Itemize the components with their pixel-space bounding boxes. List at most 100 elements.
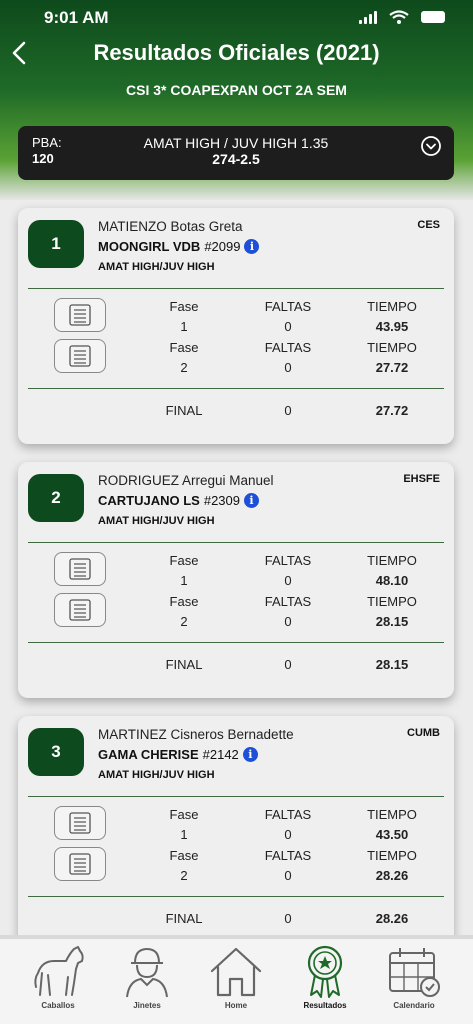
tiempo-value: 28.15 [375, 614, 409, 629]
fase-value: 2 [180, 360, 188, 375]
faltas-label: FALTAS [264, 299, 312, 314]
nav-label: Calendario [393, 1001, 435, 1010]
tiempo-value: 43.50 [375, 827, 409, 842]
team-code: CES [417, 219, 440, 231]
nav-item-caballos[interactable]: Caballos [18, 943, 98, 1010]
category-label: AMAT HIGH/JUV HIGH [98, 515, 215, 527]
status-bar: 9:01 AM [0, 6, 473, 30]
final-tiempo: 27.72 [375, 403, 409, 418]
nav-label: Home [224, 1001, 248, 1010]
scoresheet-icon [69, 812, 91, 834]
scoresheet-icon [69, 345, 91, 367]
faltas-value: 0 [284, 868, 292, 883]
nav-item-home[interactable]: Home [196, 943, 276, 1010]
status-time: 9:01 AM [44, 8, 109, 27]
horse-line: CARTUJANO LS #2309 i [98, 493, 259, 508]
home-icon [210, 947, 262, 997]
tiempo-value: 43.95 [375, 319, 409, 334]
scoresheet-button[interactable] [54, 593, 106, 627]
faltas-label: FALTAS [264, 807, 312, 822]
position-badge: 1 [28, 220, 84, 268]
chevron-down-circle-icon[interactable] [420, 135, 442, 157]
fase-value: 1 [180, 573, 188, 588]
scoresheet-button[interactable] [54, 806, 106, 840]
nav-label: Jinetes [133, 1001, 161, 1010]
horse-name: CARTUJANO LS [98, 493, 200, 508]
divider [28, 896, 444, 897]
info-icon[interactable]: i [244, 493, 259, 508]
final-faltas: 0 [284, 403, 292, 418]
class-selector[interactable]: PBA: 120 AMAT HIGH / JUV HIGH 1.35 274-2… [18, 126, 454, 180]
horse-registration: #2309 [203, 493, 240, 508]
scoresheet-button[interactable] [54, 339, 106, 373]
divider [28, 642, 444, 643]
nav-label: Resultados [303, 1001, 347, 1010]
rider-name: MATIENZO Botas Greta [98, 219, 243, 234]
final-label: FINAL [165, 657, 203, 672]
scoresheet-icon [69, 304, 91, 326]
fase-label: Fase [169, 340, 199, 355]
class-subtitle: 274-2.5 [212, 151, 260, 167]
horse-name: MOONGIRL VDB [98, 239, 201, 254]
divider [28, 388, 444, 389]
category-label: AMAT HIGH/JUV HIGH [98, 769, 215, 781]
scoresheet-button[interactable] [54, 298, 106, 332]
faltas-value: 0 [284, 827, 292, 842]
position-badge: 2 [28, 474, 84, 522]
wifi-icon [389, 10, 409, 24]
final-label: FINAL [165, 403, 203, 418]
signal-icon [359, 10, 377, 24]
divider [28, 542, 444, 543]
ribbon-award-icon [307, 945, 343, 998]
tiempo-value: 27.72 [375, 360, 409, 375]
faltas-label: FALTAS [264, 340, 312, 355]
status-icons [359, 10, 445, 24]
tiempo-label: TIEMPO [367, 299, 417, 314]
horse-registration: #2099 [204, 239, 241, 254]
scoresheet-icon [69, 599, 91, 621]
horse-registration: #2142 [202, 747, 239, 762]
tiempo-label: TIEMPO [367, 594, 417, 609]
tiempo-value: 28.26 [375, 868, 409, 883]
category-label: AMAT HIGH/JUV HIGH [98, 261, 215, 273]
result-card: 2 RODRIGUEZ Arregui Manuel EHSFE CARTUJA… [18, 462, 454, 698]
info-icon[interactable]: i [244, 239, 260, 254]
final-faltas: 0 [284, 657, 292, 672]
tiempo-value: 48.10 [375, 573, 409, 588]
fase-label: Fase [169, 553, 199, 568]
fase-value: 2 [180, 868, 188, 883]
fase-label: Fase [169, 594, 199, 609]
horse-line: MOONGIRL VDB #2099 i [98, 239, 260, 254]
final-faltas: 0 [284, 911, 292, 926]
battery-icon [421, 11, 445, 23]
fase-value: 1 [180, 827, 188, 842]
nav-item-jinetes[interactable]: Jinetes [107, 943, 187, 1010]
nav-item-calendario[interactable]: Calendario [374, 943, 454, 1010]
tiempo-label: TIEMPO [367, 848, 417, 863]
bottom-nav: Caballos Jinetes Home Resultados Calenda… [0, 935, 473, 1024]
final-tiempo: 28.26 [375, 911, 409, 926]
fase-label: Fase [169, 299, 199, 314]
horse-line: GAMA CHERISE #2142 i [98, 747, 258, 762]
faltas-value: 0 [284, 319, 292, 334]
fase-value: 1 [180, 319, 188, 334]
rider-name: RODRIGUEZ Arregui Manuel [98, 473, 274, 488]
result-card: 3 MARTINEZ Cisneros Bernadette CUMB GAMA… [18, 716, 454, 952]
info-icon[interactable]: i [242, 747, 258, 762]
faltas-label: FALTAS [264, 553, 312, 568]
position-badge: 3 [28, 728, 84, 776]
scoresheet-icon [69, 558, 91, 580]
faltas-value: 0 [284, 360, 292, 375]
event-subtitle: CSI 3* COAPEXPAN OCT 2A SEM [126, 82, 347, 98]
scoresheet-icon [69, 853, 91, 875]
scoresheet-button[interactable] [54, 847, 106, 881]
fase-value: 2 [180, 614, 188, 629]
faltas-label: FALTAS [264, 594, 312, 609]
team-code: CUMB [407, 727, 440, 739]
page-title: Resultados Oficiales (2021) [93, 40, 380, 65]
nav-label: Caballos [41, 1001, 75, 1010]
divider [28, 288, 444, 289]
nav-item-resultados[interactable]: Resultados [285, 943, 365, 1010]
scoresheet-button[interactable] [54, 552, 106, 586]
result-card: 1 MATIENZO Botas Greta CES MOONGIRL VDB … [18, 208, 454, 444]
